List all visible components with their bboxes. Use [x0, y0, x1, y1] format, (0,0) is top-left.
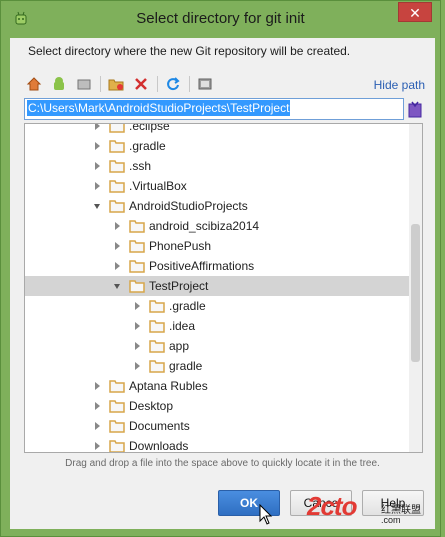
tree-row[interactable]: .ssh	[25, 156, 409, 176]
hide-path-link[interactable]: Hide path	[374, 78, 425, 92]
collapsed-arrow-icon[interactable]	[131, 316, 143, 336]
scrollbar-thumb[interactable]	[411, 224, 420, 362]
title-bar[interactable]: Select directory for git init ✕	[1, 1, 440, 37]
tree-row-label: Documents	[129, 419, 190, 433]
tree-scrollbar[interactable]	[409, 124, 422, 452]
folder-icon	[149, 359, 165, 373]
refresh-icon[interactable]	[163, 74, 183, 94]
show-hidden-icon[interactable]	[195, 74, 215, 94]
tree-row[interactable]: Documents	[25, 416, 409, 436]
folder-icon	[129, 239, 145, 253]
dialog-window: Select directory for git init ✕ Select d…	[0, 0, 441, 537]
home-icon[interactable]	[24, 74, 44, 94]
tree-row-label: .VirtualBox	[129, 179, 187, 193]
tree-row[interactable]: Desktop	[25, 396, 409, 416]
tree-row-label: Downloads	[129, 439, 189, 453]
tree-row-label: app	[169, 339, 190, 353]
tree-row[interactable]: .idea	[25, 316, 409, 336]
collapsed-arrow-icon[interactable]	[111, 216, 123, 236]
tree-row[interactable]: TestProject	[25, 276, 409, 296]
tree-row-label: .gradle	[169, 299, 206, 313]
tree-row-label: .idea	[169, 319, 196, 333]
android-icon[interactable]	[49, 74, 69, 94]
toolbar-separator	[100, 76, 101, 92]
folder-icon	[149, 299, 165, 313]
watermark-subtext: 红黑联盟	[381, 505, 421, 516]
folder-icon	[109, 124, 125, 133]
directory-tree[interactable]: .eclipse .gradle .ssh .VirtualBox AndroidStu…	[24, 123, 423, 453]
toolbar-separator	[189, 76, 190, 92]
dialog-content: Select directory where the new Git repos…	[10, 38, 435, 529]
tree-row-label: AndroidStudioProjects	[129, 199, 248, 213]
folder-icon	[129, 279, 145, 293]
tree-row-label: PositiveAffirmations	[149, 259, 255, 273]
folder-icon	[109, 139, 125, 153]
tree-row[interactable]: .VirtualBox	[25, 176, 409, 196]
collapsed-arrow-icon[interactable]	[91, 436, 103, 452]
tree-row-label: Desktop	[129, 399, 174, 413]
mouse-cursor-icon	[259, 504, 273, 525]
watermark-logo: 2cto 红黑联盟 .com	[307, 491, 443, 531]
folder-icon	[109, 379, 125, 393]
tree-row[interactable]: android_scibiza2014	[25, 216, 409, 236]
collapsed-arrow-icon[interactable]	[111, 236, 123, 256]
collapsed-arrow-icon[interactable]	[91, 156, 103, 176]
path-row: C:\Users\Mark\AndroidStudioProjects\Test…	[24, 98, 422, 120]
close-button[interactable]: ✕	[398, 2, 432, 22]
drag-drop-hint: Drag and drop a file into the space abov…	[65, 458, 380, 469]
watermark-text: 2cto	[307, 491, 357, 521]
tree-row[interactable]: .eclipse	[25, 123, 409, 136]
folder-icon	[109, 179, 125, 193]
collapsed-arrow-icon[interactable]	[91, 176, 103, 196]
folder-icon	[109, 419, 125, 433]
tree-row-label: PhonePush	[149, 239, 212, 253]
tree-row-label: Aptana Rubles	[129, 379, 208, 393]
new-folder-icon[interactable]	[106, 74, 126, 94]
watermark-url: .com	[381, 515, 401, 525]
tree-row[interactable]: gradle	[25, 356, 409, 376]
tree-row-label: .ssh	[129, 159, 152, 173]
collapsed-arrow-icon[interactable]	[131, 336, 143, 356]
tree-row-label: TestProject	[149, 279, 209, 293]
tree-row[interactable]: Aptana Rubles	[25, 376, 409, 396]
path-text-selected: C:\Users\Mark\AndroidStudioProjects\Test…	[27, 100, 291, 116]
path-input[interactable]: C:\Users\Mark\AndroidStudioProjects\Test…	[24, 98, 404, 120]
tree-row[interactable]: PositiveAffirmations	[25, 256, 409, 276]
collapsed-arrow-icon[interactable]	[111, 256, 123, 276]
desktop-folder-icon[interactable]	[74, 74, 94, 94]
tree-row-label: gradle	[169, 359, 203, 373]
browse-path-icon[interactable]	[408, 100, 422, 118]
tree-row[interactable]: PhonePush	[25, 236, 409, 256]
tree-row[interactable]: .gradle	[25, 296, 409, 316]
expanded-arrow-icon[interactable]	[91, 196, 103, 216]
folder-icon	[129, 259, 145, 273]
toolbar	[24, 74, 220, 94]
tree-row-label: android_scibiza2014	[149, 219, 260, 233]
toolbar-separator	[157, 76, 158, 92]
folder-icon	[109, 399, 125, 413]
collapsed-arrow-icon[interactable]	[91, 396, 103, 416]
collapsed-arrow-icon[interactable]	[91, 416, 103, 436]
collapsed-arrow-icon[interactable]	[91, 136, 103, 156]
collapsed-arrow-icon[interactable]	[91, 124, 103, 136]
tree-row[interactable]: .gradle	[25, 136, 409, 156]
description-text: Select directory where the new Git repos…	[28, 44, 351, 58]
folder-icon	[109, 159, 125, 173]
expanded-arrow-icon[interactable]	[111, 276, 123, 296]
collapsed-arrow-icon[interactable]	[131, 296, 143, 316]
folder-icon	[149, 319, 165, 333]
collapsed-arrow-icon[interactable]	[131, 356, 143, 376]
folder-icon	[129, 219, 145, 233]
folder-icon	[109, 199, 125, 213]
delete-icon[interactable]	[131, 74, 151, 94]
folder-icon	[109, 439, 125, 452]
tree-row[interactable]: Downloads	[25, 436, 409, 453]
folder-icon	[149, 339, 165, 353]
tree-row[interactable]: AndroidStudioProjects	[25, 196, 409, 216]
window-title: Select directory for git init	[136, 10, 305, 27]
tree-row-label: .gradle	[129, 139, 166, 153]
tree-row[interactable]: app	[25, 336, 409, 356]
collapsed-arrow-icon[interactable]	[91, 376, 103, 396]
tree-row-label: .eclipse	[129, 123, 170, 133]
